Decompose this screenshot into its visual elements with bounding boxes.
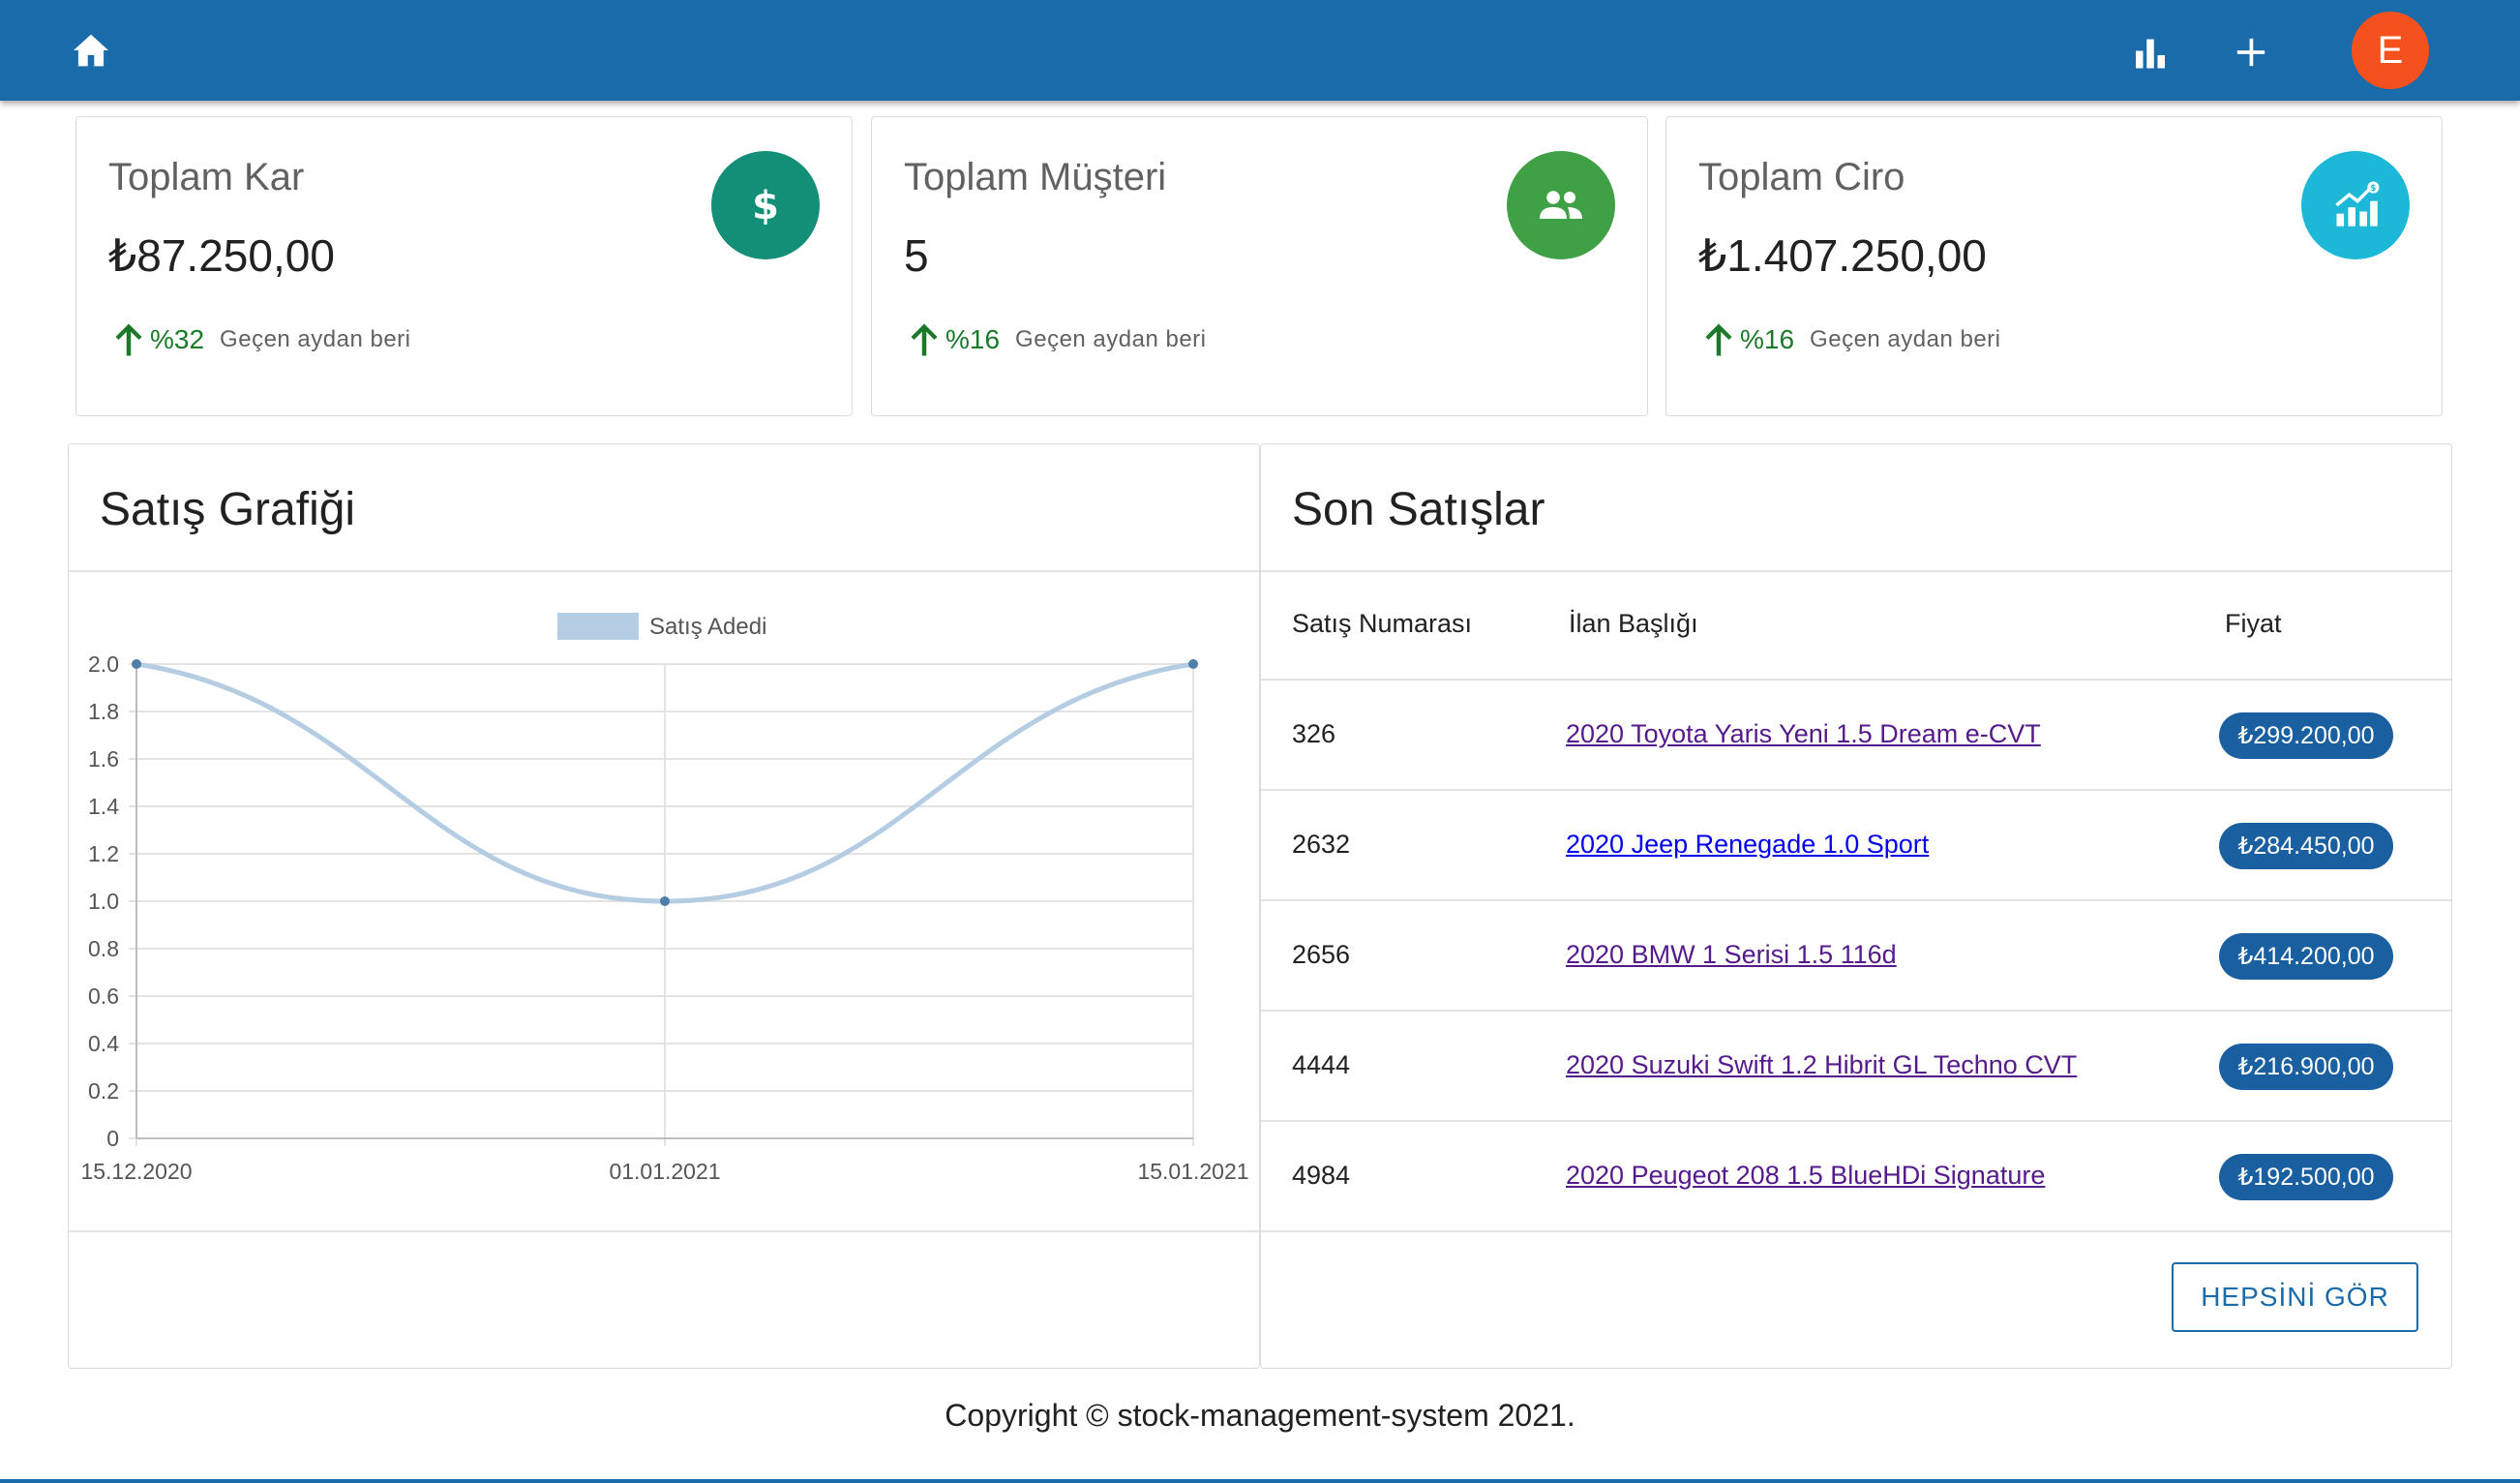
y-tick-label: 1.8 [88,699,119,724]
line-chart: 0 0.2 0.4 0.6 0.8 1.0 1.2 1.4 1.6 1.8 2.0 15.12.202… [80,613,1249,1184]
price-badge: ₺414.200,00 [2219,933,2393,980]
stat-since: Geçen aydan beri [1015,326,1207,352]
people-icon [1507,151,1615,259]
stat-trend: %16 Geçen aydan beri [1701,320,2001,359]
stat-since: Geçen aydan beri [220,326,411,352]
y-tick-label: 1.4 [88,794,119,819]
stat-change: %32 [150,324,205,354]
stat-value: 5 [904,230,929,281]
y-tick-label: 0.8 [88,936,119,961]
price-badge: ₺192.500,00 [2219,1154,2393,1200]
price-badge: ₺299.200,00 [2219,712,2393,759]
y-tick-label: 1.2 [88,841,119,866]
sale-number: 4984 [1292,1161,1351,1190]
app-bar: E [0,0,2520,101]
y-tick-label: 1.6 [88,746,119,772]
stat-change: %16 [945,324,1001,354]
stat-trend: %16 Geçen aydan beri [907,320,1207,359]
y-tick-label: 0.6 [88,984,119,1009]
stat-card-customers: Toplam Müşteri 5 %16 Geçen aydan beri [871,116,1648,416]
bottom-bar [0,1479,2520,1483]
legend-swatch [557,613,639,640]
y-tick-label: 0 [106,1126,119,1151]
listing-title-link[interactable]: 2020 Toyota Yaris Yeni 1.5 Dream e-CVT [1566,719,2041,749]
stat-title: Toplam Ciro [1698,156,1905,198]
recent-sales-panel: Son Satışlar Satış Numarası İlan Başlığı… [1260,443,2452,1369]
bar-chart-icon[interactable] [2129,31,2172,74]
dollar-icon: $ [711,151,820,259]
y-tick-label: 1.0 [88,889,119,914]
table-row: 2632 2020 Jeep Renegade 1.0 Sport ₺284.450… [1261,789,2451,899]
panel-title: Satış Grafiği [100,484,356,535]
avatar[interactable]: E [2352,12,2429,89]
stat-title: Toplam Müşteri [904,156,1167,198]
legend-label: Satış Adedi [649,614,766,640]
table-row: 326 2020 Toyota Yaris Yeni 1.5 Dream e-CV… [1261,679,2451,789]
x-tick-label: 15.01.2021 [1137,1159,1248,1184]
home-icon[interactable] [70,31,112,70]
stat-since: Geçen aydan beri [1810,326,2001,352]
data-point [660,896,670,906]
data-point [132,659,141,669]
footer-copyright: Copyright © stock-management-system 2021… [945,1398,1575,1433]
table-row: 2656 2020 BMW 1 Serisi 1.5 116d ₺414.200,0… [1261,899,2451,1010]
sale-number: 326 [1292,719,1336,748]
divider [69,1230,1259,1232]
stat-change: %16 [1740,324,1795,354]
price-badge: ₺284.450,00 [2219,823,2393,869]
y-tick-label: 0.4 [88,1031,119,1056]
sale-number: 2632 [1292,830,1351,859]
divider [1261,570,2451,572]
see-all-button[interactable]: HEPSİNİ GÖR [2172,1262,2418,1332]
listing-title-link[interactable]: 2020 BMW 1 Serisi 1.5 116d [1566,940,1897,970]
column-header-title: İlan Başlığı [1569,609,1698,638]
arrow-up-icon [115,323,142,356]
stat-value: ₺1.407.250,00 [1698,230,1987,281]
svg-text:$: $ [2370,184,2376,194]
column-header-price: Fiyat [2225,609,2282,638]
stat-title: Toplam Kar [108,156,305,198]
y-tick-label: 2.0 [88,651,119,677]
stat-card-profit: Toplam Kar ₺87.250,00 $ %32 Geçen aydan … [75,116,853,416]
table-bottom-border [1261,1230,2451,1232]
table-row: 4984 2020 Peugeot 208 1.5 BlueHDi Signatu… [1261,1120,2451,1230]
column-header-number: Satış Numarası [1292,609,1473,638]
svg-text:$: $ [752,184,779,228]
table-row: 4444 2020 Suzuki Swift 1.2 Hibrit GL Tech… [1261,1010,2451,1120]
sales-chart-panel: Satış Grafiği 0 0.2 0.4 0.6 0.8 1.0 1.2 1.4 1.6 1… [68,443,1260,1369]
stat-card-revenue: Toplam Ciro ₺1.407.250,00 $ %16 Geçen ay… [1665,116,2443,416]
growth-chart-icon: $ [2301,151,2410,259]
sale-number: 4444 [1292,1050,1351,1079]
arrow-up-icon [911,323,938,356]
y-tick-label: 0.2 [88,1078,119,1104]
data-point [1188,659,1198,669]
listing-title-link[interactable]: 2020 Suzuki Swift 1.2 Hibrit GL Techno C… [1566,1050,2077,1080]
listing-title-link[interactable]: 2020 Jeep Renegade 1.0 Sport [1566,830,1929,860]
price-badge: ₺216.900,00 [2219,1044,2393,1090]
listing-title-link[interactable]: 2020 Peugeot 208 1.5 BlueHDi Signature [1566,1161,2045,1191]
sale-number: 2656 [1292,940,1351,969]
arrow-up-icon [1705,323,1732,356]
plus-icon[interactable] [2228,29,2274,76]
panel-title: Son Satışlar [1292,484,1545,535]
stat-value: ₺87.250,00 [108,230,335,281]
x-tick-label: 15.12.2020 [80,1159,192,1184]
x-tick-label: 01.01.2021 [609,1159,720,1184]
stat-trend: %32 Geçen aydan beri [111,320,411,359]
